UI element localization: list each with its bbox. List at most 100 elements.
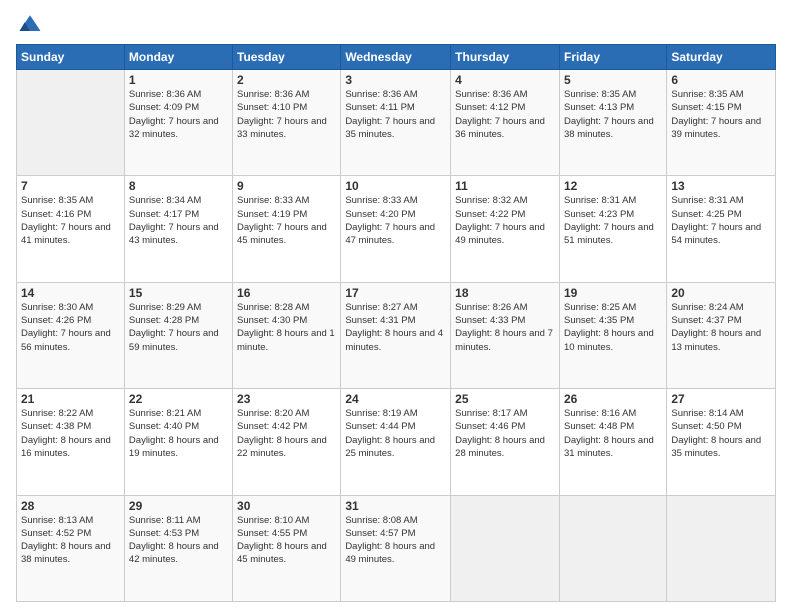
logo-icon	[16, 10, 44, 38]
day-info: Sunrise: 8:22 AMSunset: 4:38 PMDaylight:…	[21, 407, 120, 460]
weekday-header-sunday: Sunday	[17, 45, 125, 70]
logo	[16, 10, 48, 38]
day-info: Sunrise: 8:26 AMSunset: 4:33 PMDaylight:…	[455, 301, 555, 354]
day-number: 18	[455, 286, 555, 300]
day-number: 21	[21, 392, 120, 406]
day-info: Sunrise: 8:11 AMSunset: 4:53 PMDaylight:…	[129, 514, 228, 567]
calendar-cell: 26Sunrise: 8:16 AMSunset: 4:48 PMDayligh…	[559, 389, 666, 495]
header	[16, 10, 776, 38]
day-number: 12	[564, 179, 662, 193]
calendar-cell: 12Sunrise: 8:31 AMSunset: 4:23 PMDayligh…	[559, 176, 666, 282]
day-number: 15	[129, 286, 228, 300]
weekday-header-thursday: Thursday	[451, 45, 560, 70]
day-number: 4	[455, 73, 555, 87]
weekday-header-saturday: Saturday	[667, 45, 776, 70]
calendar-week-3: 14Sunrise: 8:30 AMSunset: 4:26 PMDayligh…	[17, 282, 776, 388]
day-info: Sunrise: 8:33 AMSunset: 4:19 PMDaylight:…	[237, 194, 336, 247]
calendar-cell: 24Sunrise: 8:19 AMSunset: 4:44 PMDayligh…	[341, 389, 451, 495]
day-number: 13	[671, 179, 771, 193]
day-info: Sunrise: 8:25 AMSunset: 4:35 PMDaylight:…	[564, 301, 662, 354]
day-number: 2	[237, 73, 336, 87]
day-number: 14	[21, 286, 120, 300]
day-number: 26	[564, 392, 662, 406]
day-number: 3	[345, 73, 446, 87]
day-number: 23	[237, 392, 336, 406]
day-number: 16	[237, 286, 336, 300]
day-info: Sunrise: 8:13 AMSunset: 4:52 PMDaylight:…	[21, 514, 120, 567]
weekday-header-wednesday: Wednesday	[341, 45, 451, 70]
day-info: Sunrise: 8:21 AMSunset: 4:40 PMDaylight:…	[129, 407, 228, 460]
day-number: 19	[564, 286, 662, 300]
calendar-cell: 29Sunrise: 8:11 AMSunset: 4:53 PMDayligh…	[124, 495, 232, 601]
calendar-cell: 31Sunrise: 8:08 AMSunset: 4:57 PMDayligh…	[341, 495, 451, 601]
day-info: Sunrise: 8:27 AMSunset: 4:31 PMDaylight:…	[345, 301, 446, 354]
day-info: Sunrise: 8:10 AMSunset: 4:55 PMDaylight:…	[237, 514, 336, 567]
calendar-cell: 28Sunrise: 8:13 AMSunset: 4:52 PMDayligh…	[17, 495, 125, 601]
weekday-header-monday: Monday	[124, 45, 232, 70]
calendar-cell: 6Sunrise: 8:35 AMSunset: 4:15 PMDaylight…	[667, 70, 776, 176]
weekday-header-friday: Friday	[559, 45, 666, 70]
day-number: 31	[345, 499, 446, 513]
day-number: 20	[671, 286, 771, 300]
calendar-cell: 19Sunrise: 8:25 AMSunset: 4:35 PMDayligh…	[559, 282, 666, 388]
day-info: Sunrise: 8:36 AMSunset: 4:10 PMDaylight:…	[237, 88, 336, 141]
calendar-cell: 9Sunrise: 8:33 AMSunset: 4:19 PMDaylight…	[233, 176, 341, 282]
day-info: Sunrise: 8:32 AMSunset: 4:22 PMDaylight:…	[455, 194, 555, 247]
calendar-cell: 15Sunrise: 8:29 AMSunset: 4:28 PMDayligh…	[124, 282, 232, 388]
day-info: Sunrise: 8:35 AMSunset: 4:13 PMDaylight:…	[564, 88, 662, 141]
day-number: 29	[129, 499, 228, 513]
calendar-cell: 1Sunrise: 8:36 AMSunset: 4:09 PMDaylight…	[124, 70, 232, 176]
weekday-header-tuesday: Tuesday	[233, 45, 341, 70]
calendar-week-4: 21Sunrise: 8:22 AMSunset: 4:38 PMDayligh…	[17, 389, 776, 495]
calendar-cell: 23Sunrise: 8:20 AMSunset: 4:42 PMDayligh…	[233, 389, 341, 495]
day-info: Sunrise: 8:19 AMSunset: 4:44 PMDaylight:…	[345, 407, 446, 460]
calendar-cell: 21Sunrise: 8:22 AMSunset: 4:38 PMDayligh…	[17, 389, 125, 495]
calendar-cell: 27Sunrise: 8:14 AMSunset: 4:50 PMDayligh…	[667, 389, 776, 495]
day-number: 17	[345, 286, 446, 300]
day-info: Sunrise: 8:16 AMSunset: 4:48 PMDaylight:…	[564, 407, 662, 460]
calendar-cell: 7Sunrise: 8:35 AMSunset: 4:16 PMDaylight…	[17, 176, 125, 282]
day-info: Sunrise: 8:31 AMSunset: 4:23 PMDaylight:…	[564, 194, 662, 247]
day-info: Sunrise: 8:36 AMSunset: 4:09 PMDaylight:…	[129, 88, 228, 141]
calendar-cell: 17Sunrise: 8:27 AMSunset: 4:31 PMDayligh…	[341, 282, 451, 388]
day-info: Sunrise: 8:34 AMSunset: 4:17 PMDaylight:…	[129, 194, 228, 247]
day-info: Sunrise: 8:08 AMSunset: 4:57 PMDaylight:…	[345, 514, 446, 567]
day-number: 1	[129, 73, 228, 87]
calendar-cell	[451, 495, 560, 601]
day-info: Sunrise: 8:29 AMSunset: 4:28 PMDaylight:…	[129, 301, 228, 354]
day-number: 8	[129, 179, 228, 193]
day-number: 10	[345, 179, 446, 193]
page: SundayMondayTuesdayWednesdayThursdayFrid…	[0, 0, 792, 612]
calendar-cell: 20Sunrise: 8:24 AMSunset: 4:37 PMDayligh…	[667, 282, 776, 388]
day-number: 30	[237, 499, 336, 513]
calendar-week-2: 7Sunrise: 8:35 AMSunset: 4:16 PMDaylight…	[17, 176, 776, 282]
day-number: 11	[455, 179, 555, 193]
day-number: 25	[455, 392, 555, 406]
calendar-table: SundayMondayTuesdayWednesdayThursdayFrid…	[16, 44, 776, 602]
day-info: Sunrise: 8:35 AMSunset: 4:16 PMDaylight:…	[21, 194, 120, 247]
day-info: Sunrise: 8:24 AMSunset: 4:37 PMDaylight:…	[671, 301, 771, 354]
calendar-cell: 4Sunrise: 8:36 AMSunset: 4:12 PMDaylight…	[451, 70, 560, 176]
day-info: Sunrise: 8:36 AMSunset: 4:12 PMDaylight:…	[455, 88, 555, 141]
calendar-cell: 3Sunrise: 8:36 AMSunset: 4:11 PMDaylight…	[341, 70, 451, 176]
day-number: 5	[564, 73, 662, 87]
day-info: Sunrise: 8:20 AMSunset: 4:42 PMDaylight:…	[237, 407, 336, 460]
calendar-body: 1Sunrise: 8:36 AMSunset: 4:09 PMDaylight…	[17, 70, 776, 602]
calendar-cell: 10Sunrise: 8:33 AMSunset: 4:20 PMDayligh…	[341, 176, 451, 282]
calendar-cell: 13Sunrise: 8:31 AMSunset: 4:25 PMDayligh…	[667, 176, 776, 282]
calendar-cell: 14Sunrise: 8:30 AMSunset: 4:26 PMDayligh…	[17, 282, 125, 388]
calendar-cell	[559, 495, 666, 601]
weekday-row: SundayMondayTuesdayWednesdayThursdayFrid…	[17, 45, 776, 70]
day-number: 28	[21, 499, 120, 513]
calendar-cell: 11Sunrise: 8:32 AMSunset: 4:22 PMDayligh…	[451, 176, 560, 282]
day-number: 24	[345, 392, 446, 406]
day-info: Sunrise: 8:30 AMSunset: 4:26 PMDaylight:…	[21, 301, 120, 354]
calendar-cell: 8Sunrise: 8:34 AMSunset: 4:17 PMDaylight…	[124, 176, 232, 282]
calendar-cell: 22Sunrise: 8:21 AMSunset: 4:40 PMDayligh…	[124, 389, 232, 495]
day-info: Sunrise: 8:35 AMSunset: 4:15 PMDaylight:…	[671, 88, 771, 141]
day-info: Sunrise: 8:17 AMSunset: 4:46 PMDaylight:…	[455, 407, 555, 460]
calendar-cell	[667, 495, 776, 601]
day-number: 9	[237, 179, 336, 193]
calendar-week-1: 1Sunrise: 8:36 AMSunset: 4:09 PMDaylight…	[17, 70, 776, 176]
day-number: 6	[671, 73, 771, 87]
